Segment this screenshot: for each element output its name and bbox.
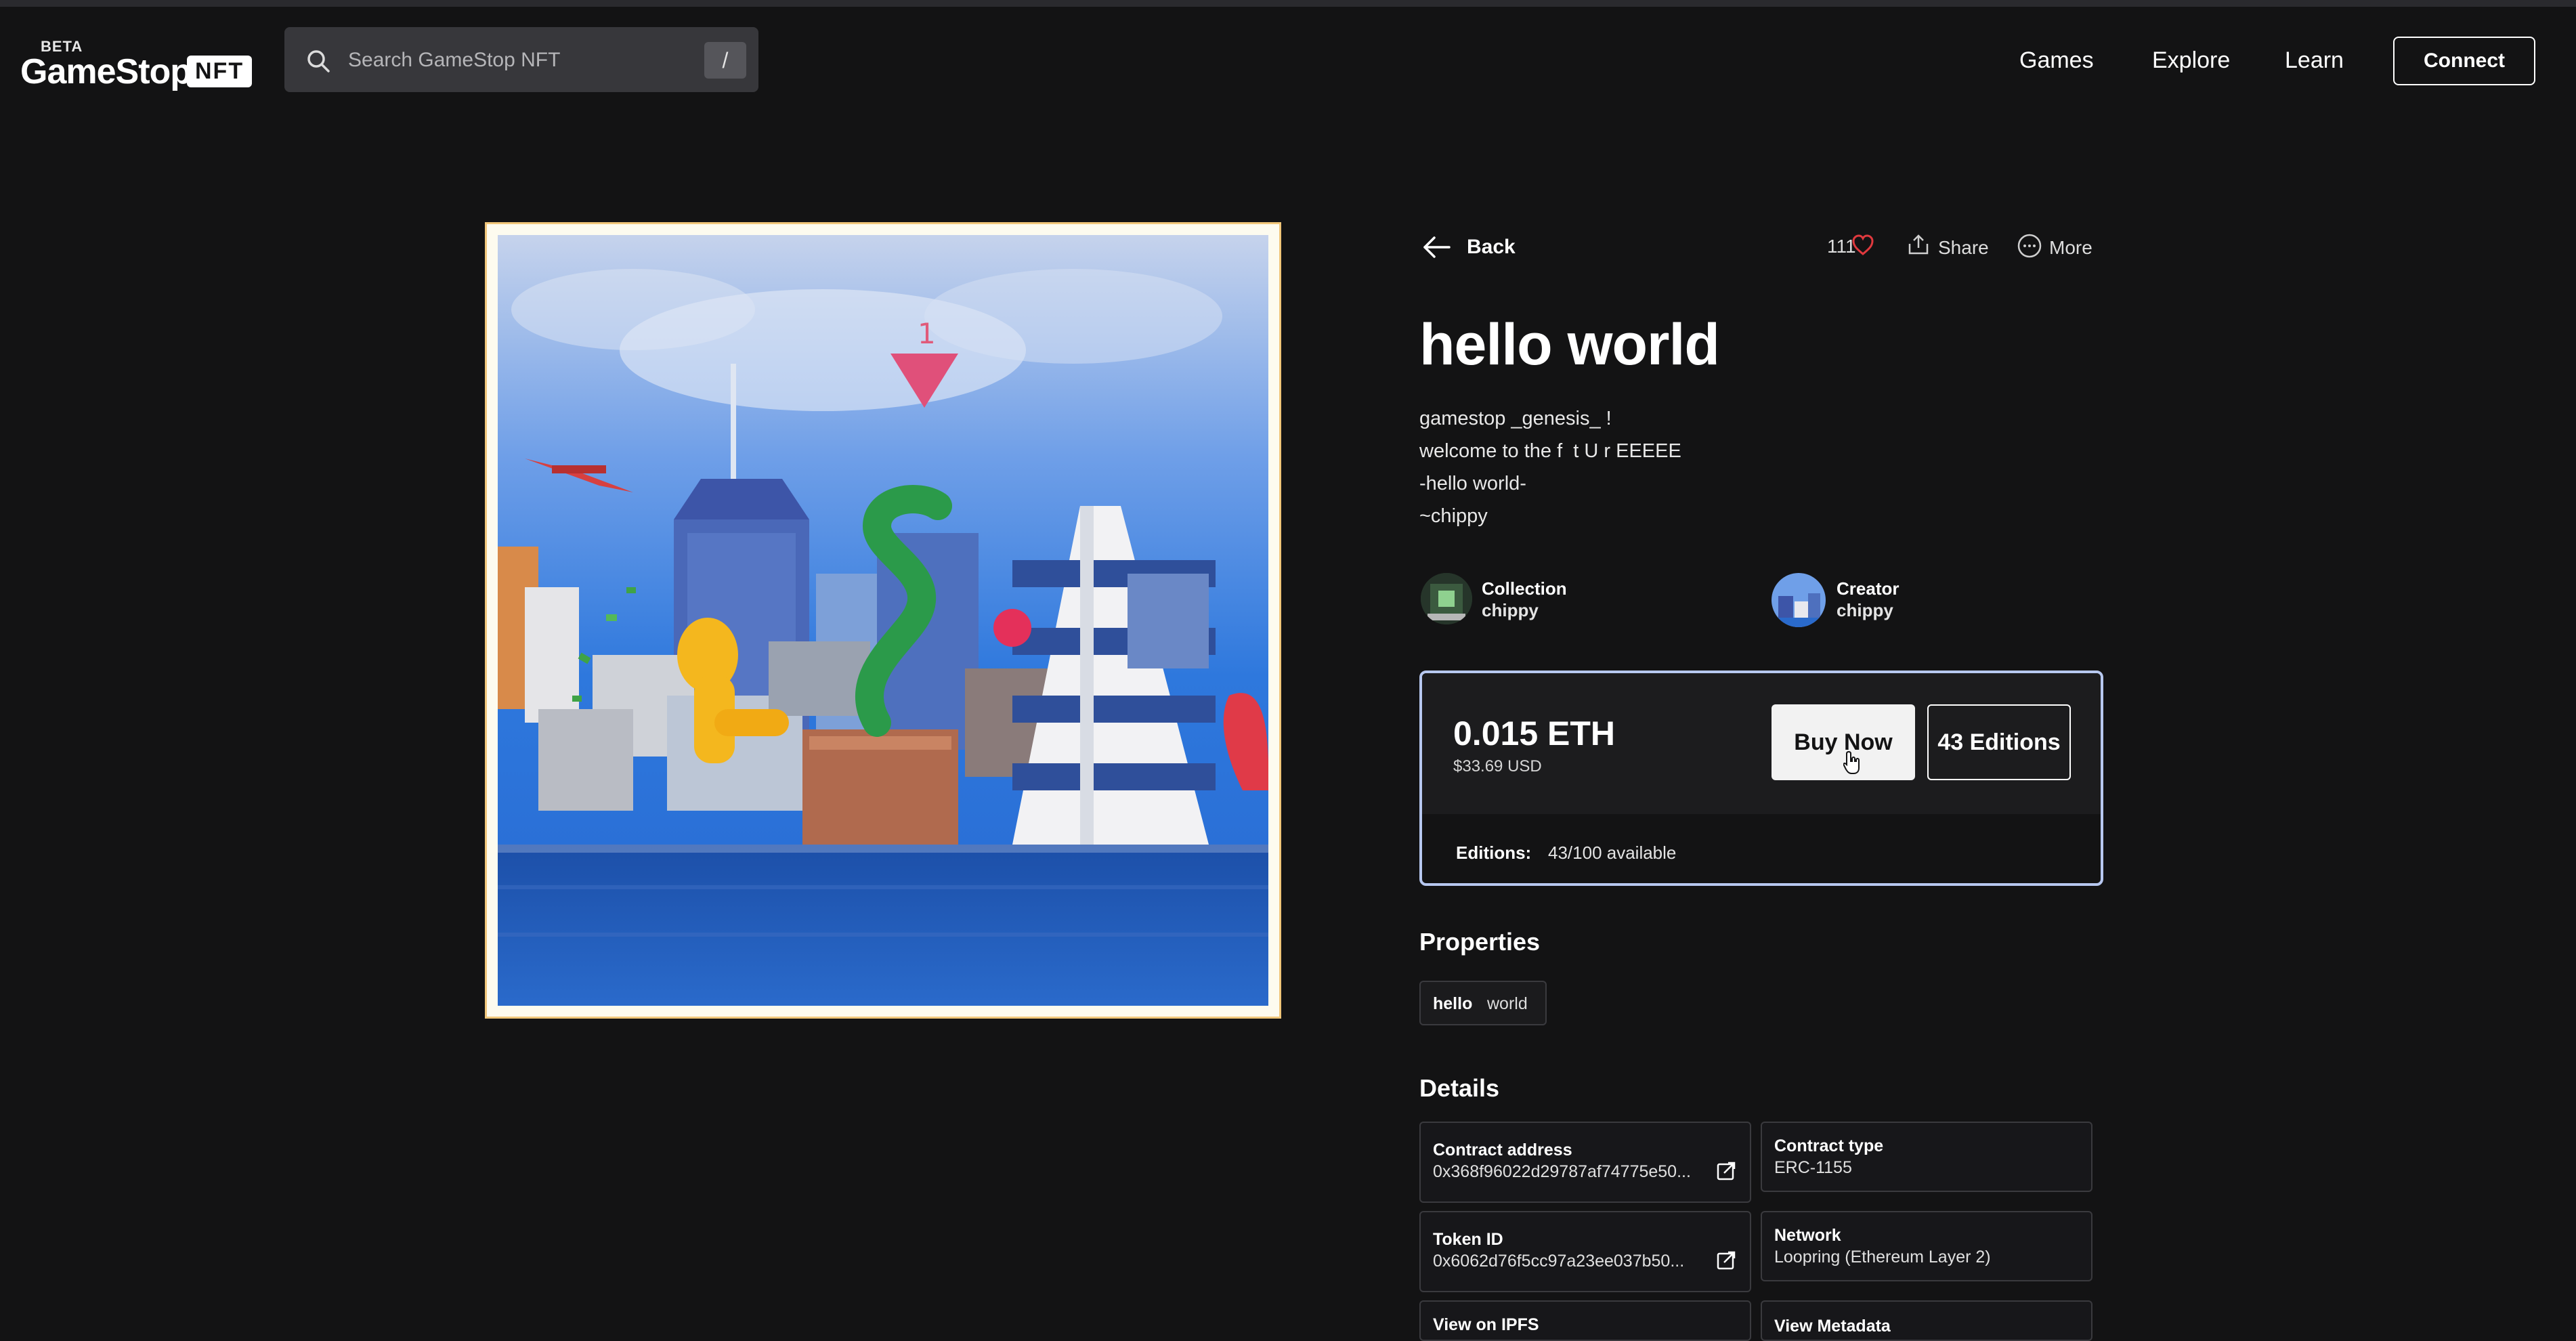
- properties-heading: Properties: [1419, 928, 1541, 956]
- detail-label: Token ID: [1433, 1230, 1503, 1249]
- artwork-number: 1: [918, 317, 936, 350]
- detail-value: Loopring (Ethereum Layer 2): [1774, 1248, 1991, 1266]
- property-value: world: [1487, 994, 1528, 1013]
- window-top-border: [0, 0, 2576, 7]
- top-header: BETA GameStop NFT / Games Explore Learn …: [0, 7, 2576, 115]
- arrow-left-icon: [1423, 236, 1451, 258]
- logo-wordmark: GameStop: [20, 52, 192, 91]
- detail-contract-type: Contract type ERC-1155: [1761, 1122, 2092, 1192]
- view-on-ipfs-link[interactable]: View on IPFS: [1419, 1300, 1751, 1341]
- detail-label: Contract address: [1433, 1141, 1572, 1159]
- details-heading: Details: [1419, 1074, 1500, 1102]
- nav-games[interactable]: Games: [2019, 47, 2094, 74]
- share-icon[interactable]: [1907, 233, 1930, 256]
- price-card: 0.015 ETH $33.69 USD Buy Now 43 Editions…: [1419, 670, 2103, 886]
- nft-description: gamestop _genesis_ ! welcome to the f t …: [1419, 408, 1681, 527]
- detail-value: 0x368f96022d29787af74775e50...: [1433, 1162, 1691, 1181]
- back-label: Back: [1467, 236, 1516, 258]
- search-shortcut-key: /: [704, 42, 746, 79]
- nft-title: hello world: [1419, 312, 1720, 377]
- detail-label: Network: [1774, 1226, 1841, 1245]
- property-chip[interactable]: hello world: [1419, 981, 1547, 1025]
- price-eth: 0.015 ETH: [1453, 715, 1616, 752]
- creator-label: Creator: [1837, 578, 1899, 599]
- property-key: hello: [1433, 994, 1473, 1013]
- detail-label: Contract type: [1774, 1136, 1884, 1155]
- search-bar[interactable]: /: [284, 27, 758, 92]
- editions-availability: 43/100 available: [1548, 843, 1677, 863]
- detail-network: Network Loopring (Ethereum Layer 2): [1761, 1211, 2092, 1281]
- view-metadata-link[interactable]: View Metadata: [1761, 1300, 2092, 1341]
- collection-avatar-image: [1421, 573, 1472, 624]
- detail-contract-address[interactable]: Contract address 0x368f96022d29787af7477…: [1419, 1122, 1751, 1203]
- creator-avatar-image: [1772, 573, 1826, 627]
- editions-button[interactable]: 43 Editions: [1927, 704, 2071, 780]
- detail-value: 0x6062d76f5cc97a23ee037b50...: [1433, 1252, 1685, 1271]
- collection-link[interactable]: chippy: [1482, 600, 1539, 621]
- collection-label: Collection: [1482, 578, 1567, 599]
- detail-token-id[interactable]: Token ID 0x6062d76f5cc97a23ee037b50...: [1419, 1211, 1751, 1292]
- city-skyline-artwork: 1: [498, 235, 1268, 1006]
- creator-link[interactable]: chippy: [1837, 600, 1893, 621]
- price-summary: 0.015 ETH $33.69 USD Buy Now 43 Editions: [1422, 673, 2101, 814]
- nft-artwork-frame: 1: [485, 222, 1281, 1019]
- creator-avatar[interactable]: [1772, 573, 1826, 627]
- external-link-icon[interactable]: [1716, 1250, 1736, 1271]
- nav-explore[interactable]: Explore: [2152, 47, 2230, 74]
- nft-artwork[interactable]: 1: [498, 235, 1268, 1006]
- heart-icon[interactable]: [1851, 234, 1874, 256]
- editions-label: Editions:: [1456, 843, 1532, 863]
- search-icon: [307, 50, 330, 72]
- search-input[interactable]: [347, 42, 674, 79]
- connect-button[interactable]: Connect: [2393, 37, 2535, 85]
- external-link-icon[interactable]: [1716, 1161, 1736, 1181]
- gamestop-nft-logo[interactable]: BETA GameStop NFT: [20, 38, 253, 92]
- collection-avatar[interactable]: [1421, 573, 1472, 624]
- more-options-icon[interactable]: [2017, 233, 2042, 259]
- logo-nft-badge: NFT: [187, 56, 253, 87]
- nav-learn[interactable]: Learn: [2285, 47, 2344, 74]
- more-button[interactable]: More: [2049, 237, 2092, 259]
- share-button[interactable]: Share: [1938, 237, 1989, 259]
- buy-now-button[interactable]: Buy Now: [1772, 704, 1915, 780]
- hand-cursor-icon: [1843, 750, 1860, 774]
- detail-value: ERC-1155: [1774, 1158, 1852, 1177]
- detail-label: View Metadata: [1774, 1317, 1891, 1336]
- detail-label: View on IPFS: [1433, 1315, 1539, 1334]
- price-usd: $33.69 USD: [1453, 757, 1542, 775]
